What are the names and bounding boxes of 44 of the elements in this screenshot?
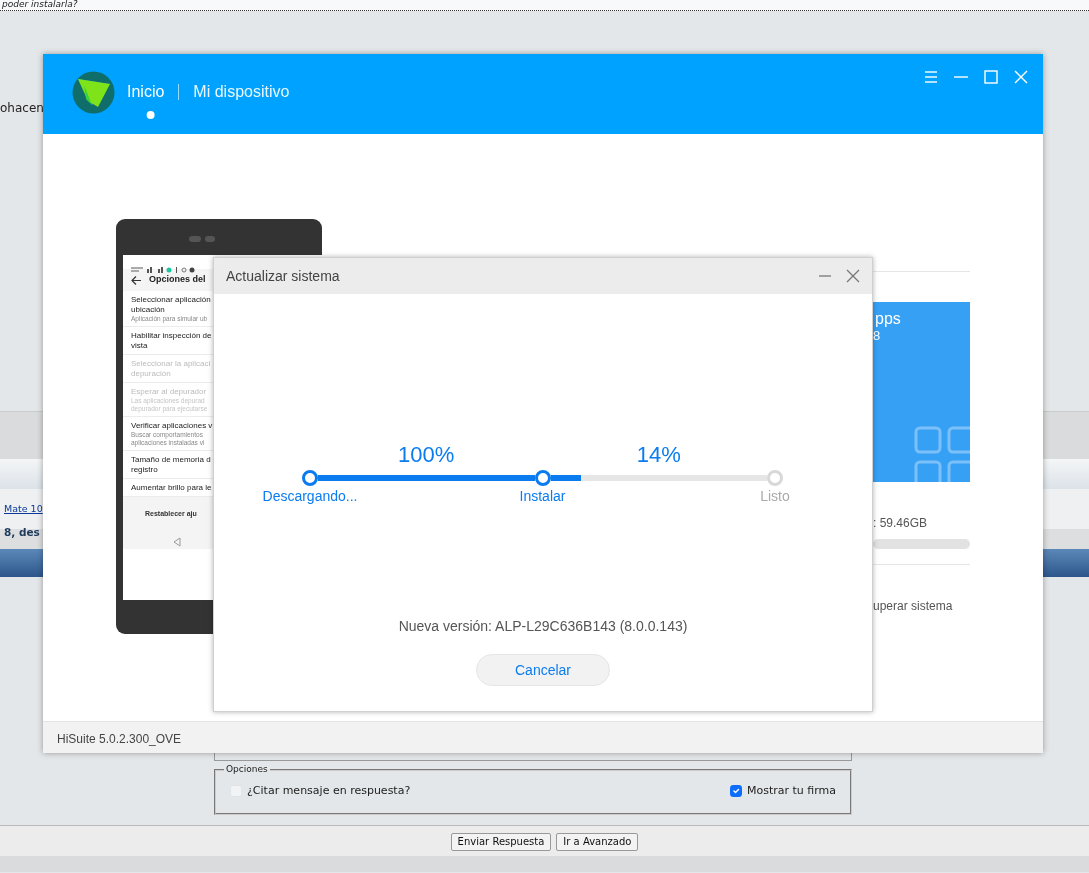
minimize-icon bbox=[953, 75, 968, 78]
progress-percent: 14% bbox=[636, 442, 681, 467]
setting-label: registro bbox=[131, 465, 159, 475]
form-button[interactable]: Ir a Avanzado bbox=[556, 833, 639, 851]
setting-label: Verificar aplicaciones v bbox=[131, 421, 214, 431]
back-nav-icon[interactable] bbox=[173, 536, 181, 547]
screen-title: Opciones del bbox=[149, 273, 206, 287]
storage-text: : 59.46GB bbox=[873, 516, 928, 530]
back-arrow-icon[interactable] bbox=[131, 275, 141, 285]
setting-label: ubicación bbox=[131, 305, 166, 315]
step-label: Descargando... bbox=[262, 487, 358, 506]
step-label: Instalar bbox=[519, 487, 566, 506]
checkbox-label: ¿Citar mensaje en respuesta? bbox=[247, 783, 411, 799]
form-button[interactable]: Enviar Respuesta bbox=[450, 833, 552, 851]
speaker-icon bbox=[189, 236, 215, 242]
thread-title: 8, des bbox=[4, 526, 40, 538]
setting-label: Esperar al depurador bbox=[131, 387, 208, 397]
close-icon bbox=[846, 269, 860, 283]
tile-count: 8 bbox=[873, 328, 882, 343]
setting-label: depuración bbox=[131, 369, 172, 379]
options-legend: Opciones bbox=[224, 763, 270, 777]
checkbox[interactable] bbox=[729, 785, 742, 798]
grid-icon bbox=[913, 426, 970, 482]
step-label: Listo bbox=[760, 487, 790, 506]
setting-label: Tamaño de memoria d bbox=[131, 455, 212, 465]
active-indicator bbox=[146, 111, 155, 119]
version-label: HiSuite 5.0.2.300_OVE bbox=[57, 732, 182, 746]
setting-label: Seleccionar aplicación bbox=[131, 295, 212, 305]
recover-link[interactable]: uperar sistema bbox=[873, 599, 953, 613]
progress-percent: 100% bbox=[398, 442, 455, 467]
post-text: ohacen bbox=[0, 101, 44, 115]
minimize-icon bbox=[819, 275, 831, 277]
checkbox-label: Mostrar tu firma bbox=[746, 783, 836, 799]
close-button[interactable] bbox=[844, 267, 862, 285]
setting-label: Aumentar brillo para le bbox=[131, 483, 213, 493]
thread-link[interactable]: Mate 10 bbox=[4, 503, 43, 514]
dialog-title: Actualizar sistema bbox=[226, 266, 340, 286]
app-logo bbox=[72, 71, 115, 114]
tile-title: pps bbox=[874, 309, 902, 328]
version-text: Nueva versión: ALP-L29C636B143 (8.0.0.143) bbox=[398, 618, 688, 634]
post-text: poder instalarla? bbox=[0, 0, 1089, 11]
setting-label: vista bbox=[131, 341, 149, 351]
setting-label: Habilitar inspección de bbox=[131, 331, 213, 341]
cancel-button[interactable]: Cancelar bbox=[476, 654, 610, 686]
